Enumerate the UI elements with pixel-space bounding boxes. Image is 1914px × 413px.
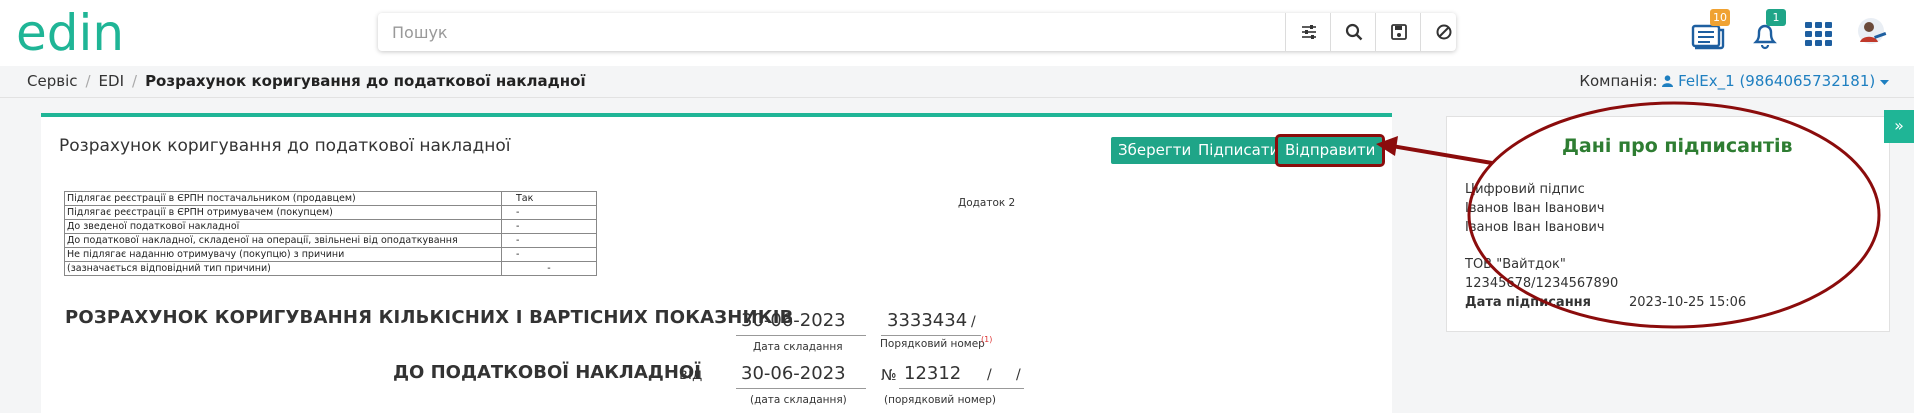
notifications-badge: 1 xyxy=(1766,9,1786,26)
breadcrumb-item-service[interactable]: Сервіс xyxy=(27,72,77,90)
company-selector: Компанія: FelEx_1 (9864065732181) xyxy=(1579,72,1889,90)
calc-number-value: 3333434 xyxy=(887,310,968,331)
filter-button[interactable] xyxy=(1285,13,1331,51)
invoice-date-caption: (дата складання) xyxy=(750,394,847,406)
search-button[interactable] xyxy=(1330,13,1376,51)
breadcrumb: Сервіс / EDI / Розрахунок коригування до под… xyxy=(27,72,586,92)
table-row: Не підлягає наданню отримувачу (покупцю)… xyxy=(64,247,597,262)
cancel-icon xyxy=(1436,24,1451,40)
table-row: Підлягає реєстрації в ЄРПН постачальнико… xyxy=(64,191,597,206)
sign-date-label: Дата підписання xyxy=(1465,295,1592,310)
sign-date-value: 2023-10-25 15:06 xyxy=(1629,295,1747,310)
company-label: Компанія: xyxy=(1579,72,1658,90)
clear-search-button[interactable] xyxy=(1420,13,1466,51)
signer-name: Іванов Іван Іванович xyxy=(1465,220,1605,235)
from-label: від xyxy=(679,365,703,383)
slash-separator: / xyxy=(987,367,992,383)
slash-separator: / xyxy=(971,314,976,330)
slash-separator: / xyxy=(1016,367,1021,383)
document-card: Розрахунок коригування до податкової нак… xyxy=(41,113,1392,413)
user-menu-button[interactable] xyxy=(1854,14,1892,52)
number-sign: № xyxy=(881,366,897,384)
filter-icon xyxy=(1301,25,1316,39)
table-cell-label: Підлягає реєстрації в ЄРПН отримувачем (… xyxy=(64,205,502,220)
document-title: Розрахунок коригування до податкової нак… xyxy=(59,136,511,156)
table-cell-label: (зазначається відповідний тип причини) xyxy=(64,261,502,276)
documents-button[interactable]: 10 xyxy=(1690,9,1730,52)
edin-logo[interactable]: edin xyxy=(16,8,166,60)
expand-panel-button[interactable]: » xyxy=(1884,110,1914,143)
invoice-date-value: 30-06-2023 xyxy=(741,363,846,384)
signers-panel: Дані про підписантів Цифровий підпис Іва… xyxy=(1446,116,1890,332)
breadcrumb-separator: / xyxy=(132,72,138,90)
table-cell-label: Не підлягає наданню отримувачу (покупцю)… xyxy=(64,247,502,262)
calc-date-caption: Дата складання xyxy=(753,341,843,353)
top-bar: edin Пошук 10 1 xyxy=(0,0,1914,66)
digital-signature-label: Цифровий підпис xyxy=(1465,182,1585,197)
heading-line-2: ДО ПОДАТКОВОЇ НАКЛАДНОЇ xyxy=(393,362,701,383)
save-search-button[interactable] xyxy=(1375,13,1421,51)
organization-codes: 12345678/1234567890 xyxy=(1465,276,1619,291)
table-cell-value: - xyxy=(501,261,597,276)
heading-line-1: РОЗРАХУНОК КОРИГУВАННЯ КІЛЬКІСНИХ І ВАРТ… xyxy=(65,307,794,328)
underline xyxy=(736,335,866,336)
table-row: До податкової накладної, складеної на оп… xyxy=(64,233,597,248)
table-row: Підлягає реєстрації в ЄРПН отримувачем (… xyxy=(64,205,597,220)
signers-panel-title: Дані про підписантів xyxy=(1562,135,1793,157)
table-cell-value: Так xyxy=(501,191,597,206)
table-cell-label: До зведеної податкової накладної xyxy=(64,219,502,234)
underline xyxy=(881,335,981,336)
company-value: FelEx_1 (9864065732181) xyxy=(1678,72,1876,90)
calc-number-caption: Порядковий номер xyxy=(880,338,985,350)
underline xyxy=(736,388,866,389)
logo-text: edin xyxy=(16,8,124,60)
table-cell-label: Підлягає реєстрації в ЄРПН постачальнико… xyxy=(64,191,502,206)
breadcrumb-current: Розрахунок коригування до податкової нак… xyxy=(145,72,586,90)
table-row: (зазначається відповідний тип причини) - xyxy=(64,261,597,276)
notifications-button[interactable]: 1 xyxy=(1746,9,1786,52)
footnote-marker: (1) xyxy=(981,335,993,344)
send-button[interactable]: Відправити xyxy=(1274,134,1386,167)
company-dropdown[interactable]: FelEx_1 (9864065732181) xyxy=(1662,72,1889,90)
table-cell-value: - xyxy=(501,219,597,234)
signer-name: Іванов Іван Іванович xyxy=(1465,201,1605,216)
apps-grid-icon xyxy=(1805,22,1832,46)
search-input[interactable] xyxy=(378,13,1258,51)
calc-date-value: 30-06-2023 xyxy=(741,310,846,331)
underline xyxy=(899,388,1024,389)
save-icon xyxy=(1390,24,1407,40)
apps-button[interactable] xyxy=(1800,14,1838,52)
header-divider xyxy=(0,97,1914,98)
appendix-label: Додаток 2 xyxy=(958,197,1016,209)
table-cell-value: - xyxy=(501,205,597,220)
search-icon xyxy=(1345,23,1362,41)
table-cell-value: - xyxy=(501,247,597,262)
user-avatar-icon xyxy=(1858,18,1887,44)
invoice-number-caption: (порядковий номер) xyxy=(884,394,996,406)
table-row: До зведеної податкової накладної - xyxy=(64,219,597,234)
user-icon xyxy=(1662,75,1674,87)
breadcrumb-item-edi[interactable]: EDI xyxy=(99,72,124,90)
table-cell-label: До податкової накладної, складеної на оп… xyxy=(64,233,502,248)
table-cell-value: - xyxy=(501,233,597,248)
invoice-number-value: 1231233 xyxy=(904,363,960,384)
breadcrumb-separator: / xyxy=(85,72,91,90)
search-bar xyxy=(378,13,1456,51)
registration-table: Підлягає реєстрації в ЄРПН постачальнико… xyxy=(64,191,597,276)
save-button[interactable]: Зберегти xyxy=(1111,137,1199,164)
organization-name: ТОВ "Вайтдок" xyxy=(1465,257,1566,272)
caret-down-icon xyxy=(1880,80,1889,85)
sign-button[interactable]: Підписати xyxy=(1191,137,1287,164)
documents-badge: 10 xyxy=(1710,9,1730,26)
